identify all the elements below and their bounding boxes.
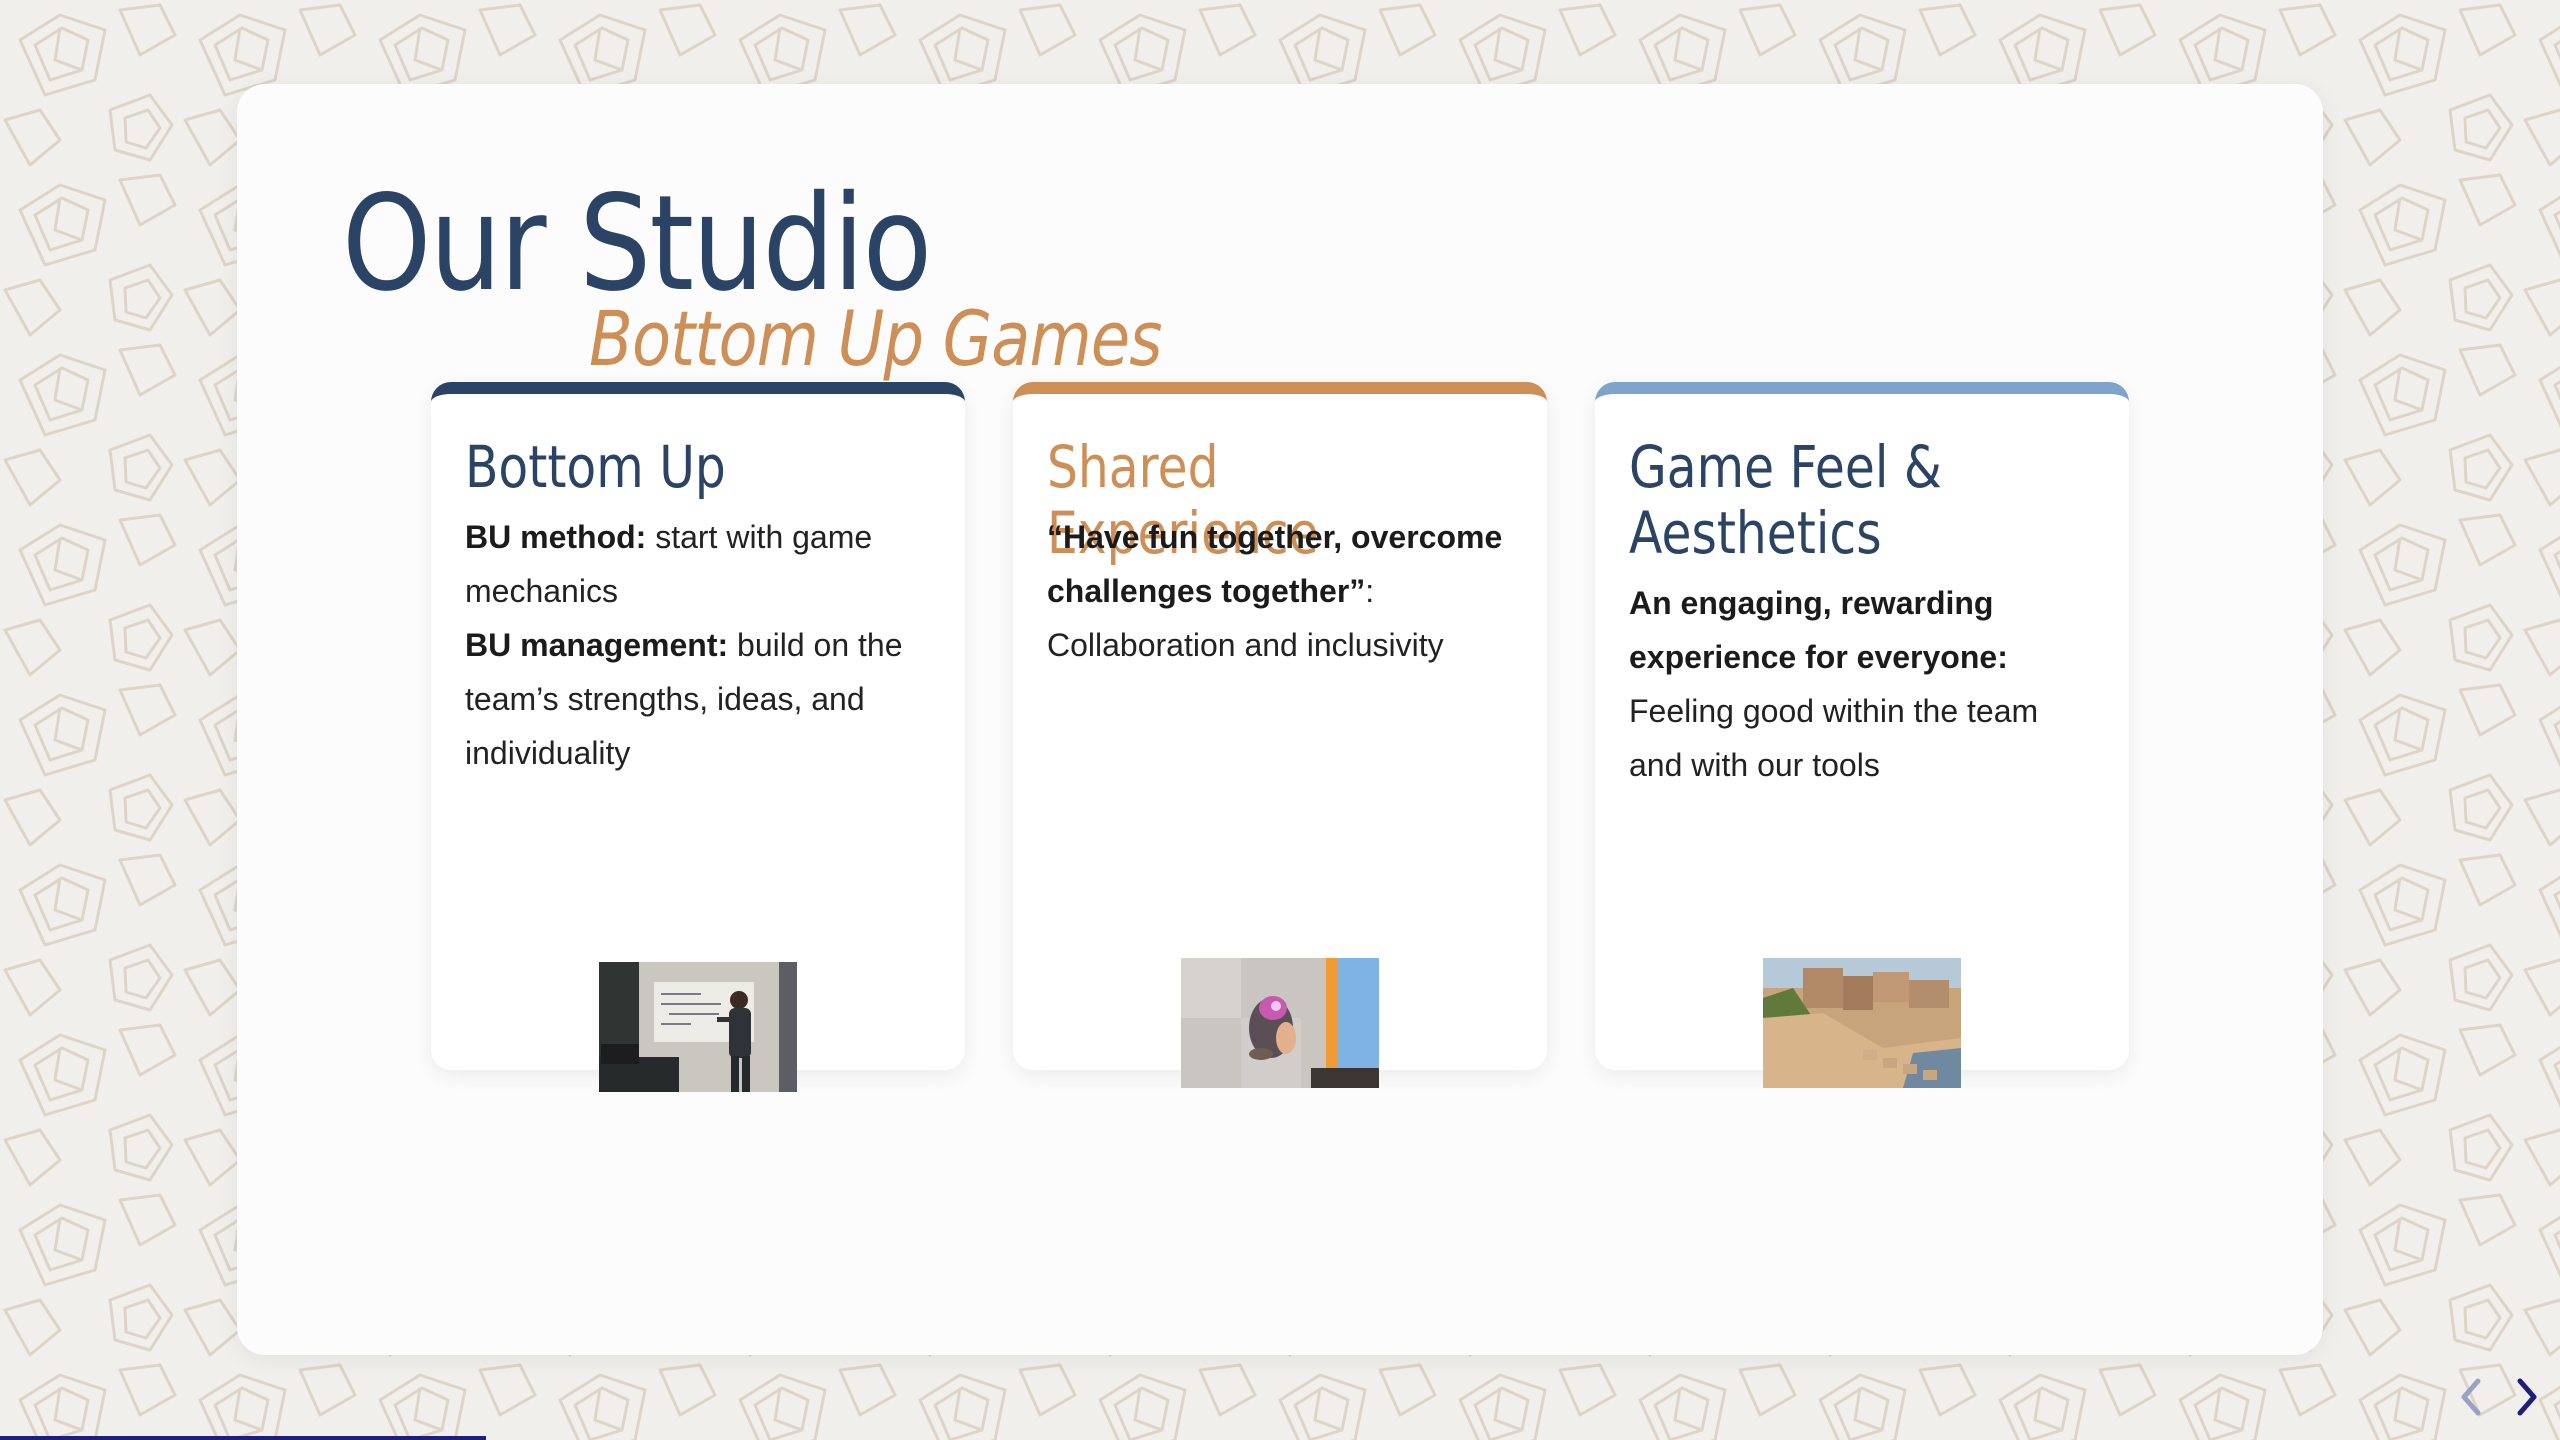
card-title: Game Feel & Aesthetics — [1629, 433, 1942, 567]
game-character-screenshot — [1181, 958, 1379, 1088]
card-paragraph: BU method: start with game mechanics — [465, 510, 935, 618]
card-paragraph-bold: “Have fun together, overcome challenges … — [1047, 519, 1503, 609]
card-paragraph-bold: An engaging, rewarding experience for ev… — [1629, 585, 2008, 675]
card-body: “Have fun together, overcome challenges … — [1047, 510, 1517, 672]
card-paragraph: “Have fun together, overcome challenges … — [1047, 510, 1517, 672]
slide-subtitle: Bottom Up Games — [589, 294, 1163, 383]
card-paragraph: BU management: build on the team’s stren… — [465, 618, 935, 780]
card-bottom-up: Bottom Up BU method: start with game mec… — [431, 382, 965, 1092]
team-whiteboard-photo — [599, 962, 797, 1092]
chevron-left-icon[interactable] — [2452, 1373, 2492, 1421]
card-paragraph-bold: BU method: — [465, 519, 647, 555]
card-paragraph-bold: BU management: — [465, 627, 729, 663]
card-shared-experience: Shared Experience “Have fun together, ov… — [1013, 382, 1547, 1088]
card-game-feel-aesthetics: Game Feel & Aesthetics An engaging, rewa… — [1595, 382, 2129, 1088]
slide-progress-bar — [0, 1436, 487, 1440]
card-body: An engaging, rewarding experience for ev… — [1629, 576, 2099, 792]
card-body: BU method: start with game mechanics BU … — [465, 510, 935, 780]
desert-landscape-screenshot — [1763, 958, 1961, 1088]
chevron-right-icon[interactable] — [2506, 1373, 2546, 1421]
card-paragraph-text: Feeling good within the team and with ou… — [1629, 693, 2039, 783]
card-paragraph: An engaging, rewarding experience for ev… — [1629, 576, 2099, 792]
card-title: Bottom Up — [465, 433, 726, 501]
